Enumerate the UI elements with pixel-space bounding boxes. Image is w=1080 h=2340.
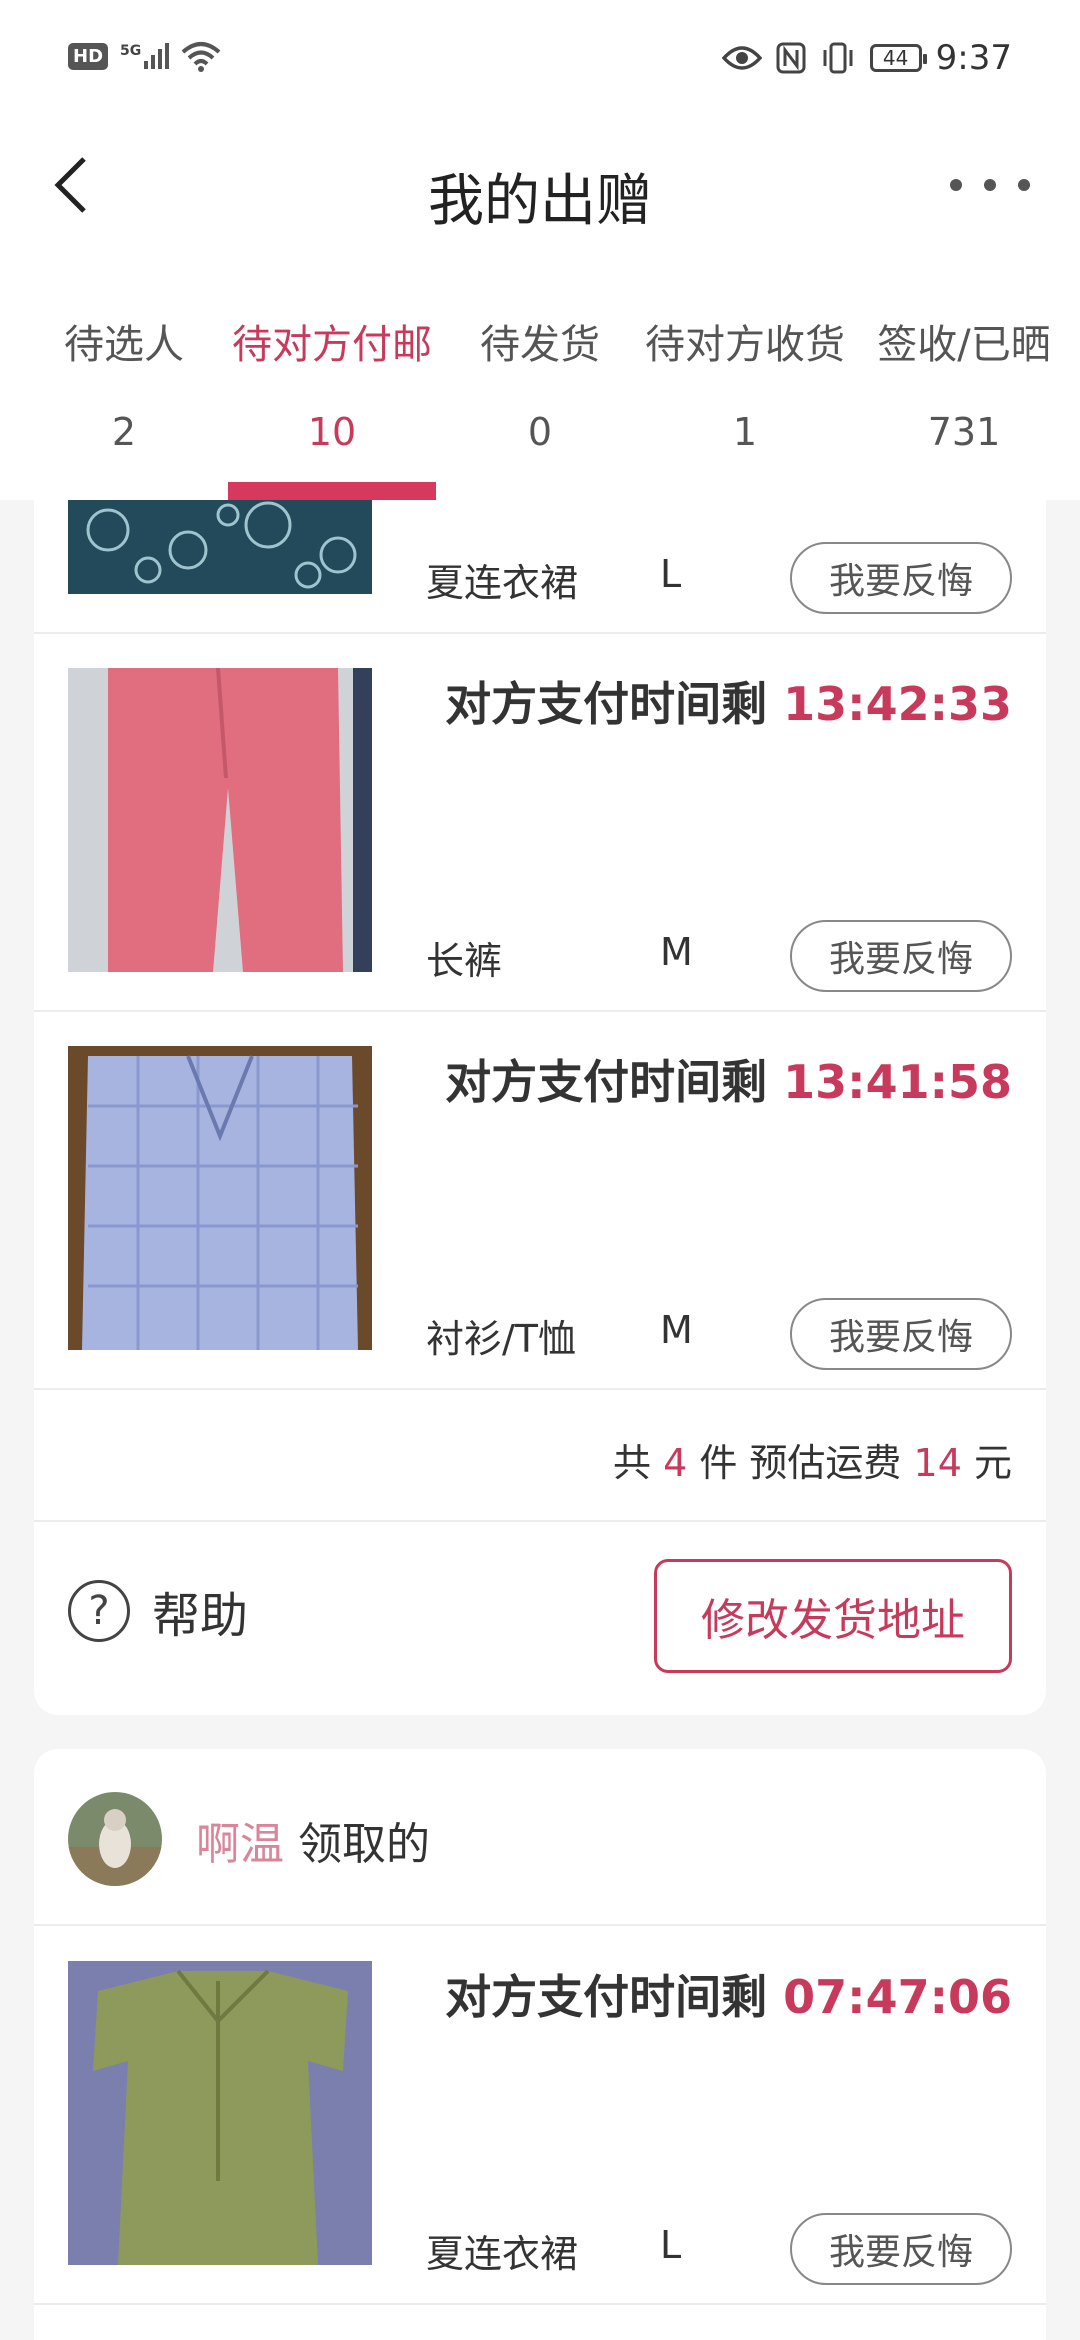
item-size: M xyxy=(660,930,693,974)
summary-currency: 元 xyxy=(973,1441,1012,1485)
item-divider xyxy=(34,1010,1046,1012)
payment-timer: 对方支付时间剩 07:47:06 xyxy=(445,1961,1012,2027)
more-dot xyxy=(950,179,962,191)
active-tab-indicator xyxy=(228,482,436,500)
tab-count: 731 xyxy=(927,410,1001,454)
regret-button[interactable]: 我要反悔 xyxy=(790,920,1012,992)
nfc-icon xyxy=(776,42,806,74)
regret-button[interactable]: 我要反悔 xyxy=(790,1298,1012,1370)
claimer-suffix: 领取的 xyxy=(298,1819,430,1870)
tab-pending-select[interactable]: 待选人 2 xyxy=(16,310,232,500)
item-name: 夏连衣裙 xyxy=(426,561,579,605)
item-size: L xyxy=(660,552,682,596)
item-name: 衬衫/T恤 xyxy=(426,1317,577,1361)
nav-bar: 我的出赠 xyxy=(0,120,1080,250)
claimer-name[interactable]: 啊温 xyxy=(196,1819,284,1870)
battery-icon: 44 xyxy=(869,44,927,72)
status-tabs: 待选人 2 待对方付邮 10 待发货 0 待对方收货 1 签收/已晒 731 xyxy=(0,310,1080,500)
regret-button[interactable]: 我要反悔 xyxy=(790,542,1012,614)
timer-value: 13:41:58 xyxy=(783,1055,1012,1109)
summary-count: 4 xyxy=(663,1441,688,1485)
item-size: L xyxy=(660,2223,682,2267)
signal-icon: 5G xyxy=(120,43,170,69)
tab-pending-ship[interactable]: 待发货 0 xyxy=(436,310,644,500)
tab-count: 2 xyxy=(111,410,137,454)
summary-fee: 14 xyxy=(913,1441,962,1485)
summary-prefix: 共 xyxy=(612,1441,651,1485)
payment-timer: 对方支付时间剩 13:42:33 xyxy=(445,668,1012,734)
timer-label: 对方支付时间剩 xyxy=(445,1970,768,2024)
network-type: 5G xyxy=(120,43,142,59)
item-image-pants[interactable] xyxy=(68,668,372,972)
tab-label: 签收/已晒 xyxy=(877,322,1051,368)
claimer-line: 啊温 领取的 xyxy=(196,1808,430,1872)
user-avatar[interactable] xyxy=(68,1792,162,1886)
item-divider xyxy=(34,1924,1046,1926)
status-bar: HD 5G 44 9:37 xyxy=(0,0,1080,120)
hd-icon: HD xyxy=(68,42,109,70)
page-title: 我的出赠 xyxy=(428,169,652,234)
tab-pending-postage[interactable]: 待对方付邮 10 xyxy=(228,310,436,500)
header-area: HD 5G 44 9:37 我的出赠 待选人 2 待对方付邮 10 待发货 0 … xyxy=(0,0,1080,500)
item-divider xyxy=(34,1388,1046,1390)
eye-icon xyxy=(721,46,762,70)
item-size: M xyxy=(660,1308,693,1352)
item-image-shirt[interactable] xyxy=(68,1046,372,1350)
item-image-green-dress[interactable] xyxy=(68,1961,372,2265)
item-divider xyxy=(34,632,1046,634)
tab-label: 待选人 xyxy=(64,322,184,368)
question-icon: ? xyxy=(68,1580,130,1642)
tab-label: 待发货 xyxy=(480,322,600,368)
timer-value: 07:47:06 xyxy=(783,1970,1012,2024)
tab-received-shared[interactable]: 签收/已晒 731 xyxy=(856,310,1072,500)
wifi-icon xyxy=(181,42,221,72)
item-name: 夏连衣裙 xyxy=(426,2232,579,2276)
help-label: 帮助 xyxy=(152,1588,249,1644)
more-dot xyxy=(984,179,996,191)
timer-label: 对方支付时间剩 xyxy=(445,677,768,731)
tab-count: 10 xyxy=(307,410,357,454)
help-link[interactable]: ? 帮助 xyxy=(68,1576,248,1646)
order-summary: 共 4 件 预估运费 14 元 xyxy=(613,1432,1012,1487)
more-dot xyxy=(1018,179,1030,191)
vibrate-icon xyxy=(823,42,853,74)
item-name: 长裤 xyxy=(426,939,503,983)
summary-divider xyxy=(34,1520,1046,1522)
tab-label: 待对方付邮 xyxy=(232,322,432,368)
summary-unit: 件 预估运费 xyxy=(699,1441,902,1485)
regret-button[interactable]: 我要反悔 xyxy=(790,2213,1012,2285)
more-button[interactable] xyxy=(950,170,1030,200)
modify-address-button[interactable]: 修改发货地址 xyxy=(654,1559,1012,1673)
clock: 9:37 xyxy=(935,38,1012,78)
tab-label: 待对方收货 xyxy=(645,322,845,368)
tab-count: 0 xyxy=(527,410,553,454)
payment-timer: 对方支付时间剩 13:41:58 xyxy=(445,1046,1012,1112)
tab-count: 1 xyxy=(732,410,758,454)
item-divider xyxy=(34,2303,1046,2305)
timer-label: 对方支付时间剩 xyxy=(445,1055,768,1109)
timer-value: 13:42:33 xyxy=(783,677,1012,731)
tab-pending-receive[interactable]: 待对方收货 1 xyxy=(640,310,850,500)
